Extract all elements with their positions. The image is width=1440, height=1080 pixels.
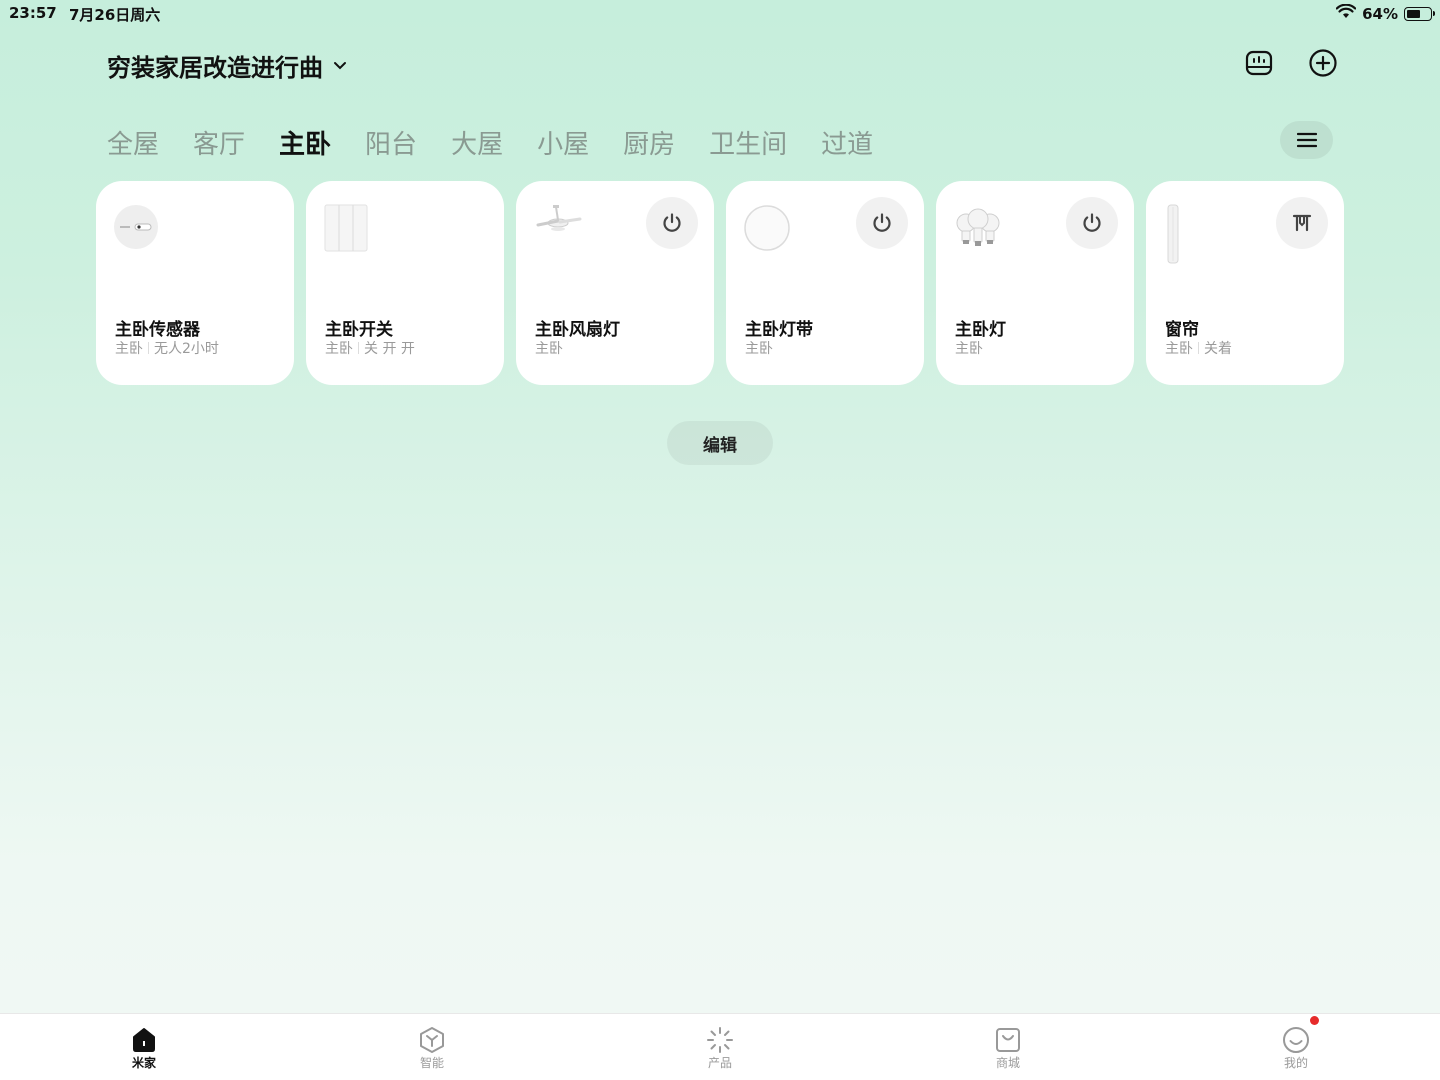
device-card[interactable]: 主卧开关 主卧关 开 开 — [306, 181, 504, 385]
home-icon — [129, 1026, 159, 1054]
divider — [358, 342, 359, 354]
tab-3[interactable]: 阳台 — [365, 124, 417, 161]
device-card[interactable]: 主卧传感器 主卧 无人2小时 — [96, 181, 294, 385]
bulbs-icon — [952, 203, 1006, 257]
device-status: 主卧 — [745, 338, 773, 358]
device-power-button[interactable] — [1066, 197, 1118, 249]
divider — [1198, 342, 1199, 354]
switch-icon — [322, 203, 376, 257]
fan-light-icon — [532, 203, 586, 257]
battery-percent: 64% — [1362, 5, 1398, 23]
battery-icon — [1404, 7, 1435, 21]
light-strip-icon — [742, 203, 796, 257]
room-menu-button[interactable] — [1280, 121, 1333, 159]
nav-label: 智能 — [419, 1056, 444, 1070]
dashboard-icon — [1245, 50, 1273, 76]
device-status: 主卧 无人2小时 — [115, 338, 219, 358]
menu-icon — [1296, 132, 1317, 148]
device-room: 主卧 — [955, 341, 983, 357]
device-room: 主卧 — [325, 341, 353, 357]
device-room: 主卧 — [535, 341, 563, 357]
device-name: 主卧开关 — [325, 320, 393, 340]
dashboard-button[interactable] — [1242, 46, 1276, 80]
device-status: 主卧 关着 — [1165, 338, 1232, 358]
device-name: 主卧风扇灯 — [535, 320, 620, 340]
tab-0[interactable]: 全屋 — [107, 124, 159, 161]
chevron-down-icon — [333, 56, 347, 75]
nav-label: 商城 — [995, 1056, 1020, 1070]
tab-1[interactable]: 客厅 — [193, 124, 245, 161]
device-room: 主卧 — [115, 341, 143, 357]
device-power-button[interactable] — [646, 197, 698, 249]
device-name: 窗帘 — [1165, 320, 1199, 340]
nav-label: 我的 — [1283, 1056, 1308, 1070]
device-card[interactable]: 主卧风扇灯 主卧 — [516, 181, 714, 385]
tab-8[interactable]: 过道 — [821, 124, 873, 161]
tab-5[interactable]: 小屋 — [537, 124, 589, 161]
nav-item-3[interactable]: 商城 — [864, 1014, 1152, 1080]
smart-icon — [417, 1026, 447, 1054]
device-state: 关 开 开 — [364, 341, 415, 357]
device-state: 关着 — [1204, 341, 1232, 357]
divider — [148, 342, 149, 354]
device-status: 主卧关 开 开 — [325, 338, 415, 358]
home-selector[interactable]: 穷装家居改造进行曲 — [107, 48, 347, 83]
curtain-toggle-icon — [1291, 212, 1313, 234]
device-card[interactable]: 主卧灯 主卧 — [936, 181, 1134, 385]
device-card[interactable]: 主卧灯带 主卧 — [726, 181, 924, 385]
tab-2[interactable]: 主卧 — [279, 124, 331, 161]
home-title: 穷装家居改造进行曲 — [107, 54, 323, 82]
nav-label: 产品 — [707, 1056, 732, 1070]
device-power-button[interactable] — [1276, 197, 1328, 249]
nav-item-2[interactable]: 产品 — [576, 1014, 864, 1080]
tab-6[interactable]: 厨房 — [623, 124, 675, 161]
profile-icon — [1281, 1026, 1311, 1054]
nav-item-1[interactable]: 智能 — [288, 1014, 576, 1080]
nav-label: 米家 — [131, 1056, 156, 1070]
bottom-nav: 米家 智能 产品 商城 我的 — [0, 1013, 1440, 1080]
tab-4[interactable]: 大屋 — [451, 124, 503, 161]
tab-7[interactable]: 卫生间 — [709, 124, 787, 161]
nav-item-0[interactable]: 米家 — [0, 1014, 288, 1080]
nav-item-4[interactable]: 我的 — [1152, 1014, 1440, 1080]
power-icon — [1081, 212, 1103, 234]
device-cards: 主卧传感器 主卧 无人2小时 主卧开关 主卧关 开 开主卧风扇灯 主卧 主卧灯带 主卧 主卧灯主… — [96, 181, 1344, 385]
status-time: 23:57 — [9, 4, 57, 22]
add-icon — [1309, 49, 1337, 77]
device-room: 主卧 — [1165, 341, 1193, 357]
power-icon — [871, 212, 893, 234]
device-room: 主卧 — [745, 341, 773, 357]
device-name: 主卧灯带 — [745, 320, 813, 340]
shop-icon — [993, 1026, 1023, 1054]
device-status: 主卧 — [955, 338, 983, 358]
status-right: 64% — [1335, 3, 1435, 24]
status-bar: 23:57 7月26日周六 64% — [0, 0, 1440, 26]
device-status: 主卧 — [535, 338, 563, 358]
device-name: 主卧灯 — [955, 320, 1006, 340]
sensor-icon — [112, 203, 166, 257]
product-icon — [705, 1026, 735, 1054]
device-state: 无人2小时 — [154, 341, 219, 357]
curtain-icon — [1162, 203, 1216, 264]
device-power-button[interactable] — [856, 197, 908, 249]
top-actions — [1242, 46, 1340, 80]
status-date: 7月26日周六 — [69, 6, 161, 24]
power-icon — [661, 212, 683, 234]
add-device-button[interactable] — [1306, 46, 1340, 80]
notification-badge — [1310, 1016, 1319, 1025]
device-name: 主卧传感器 — [115, 320, 200, 340]
device-card[interactable]: 窗帘 主卧 关着 — [1146, 181, 1344, 385]
wifi-icon — [1335, 3, 1357, 24]
edit-button[interactable]: 编辑 — [667, 421, 773, 465]
room-tabs: 全屋 客厅 主卧 阳台 大屋 小屋 厨房 卫生间 过道 — [107, 124, 907, 161]
